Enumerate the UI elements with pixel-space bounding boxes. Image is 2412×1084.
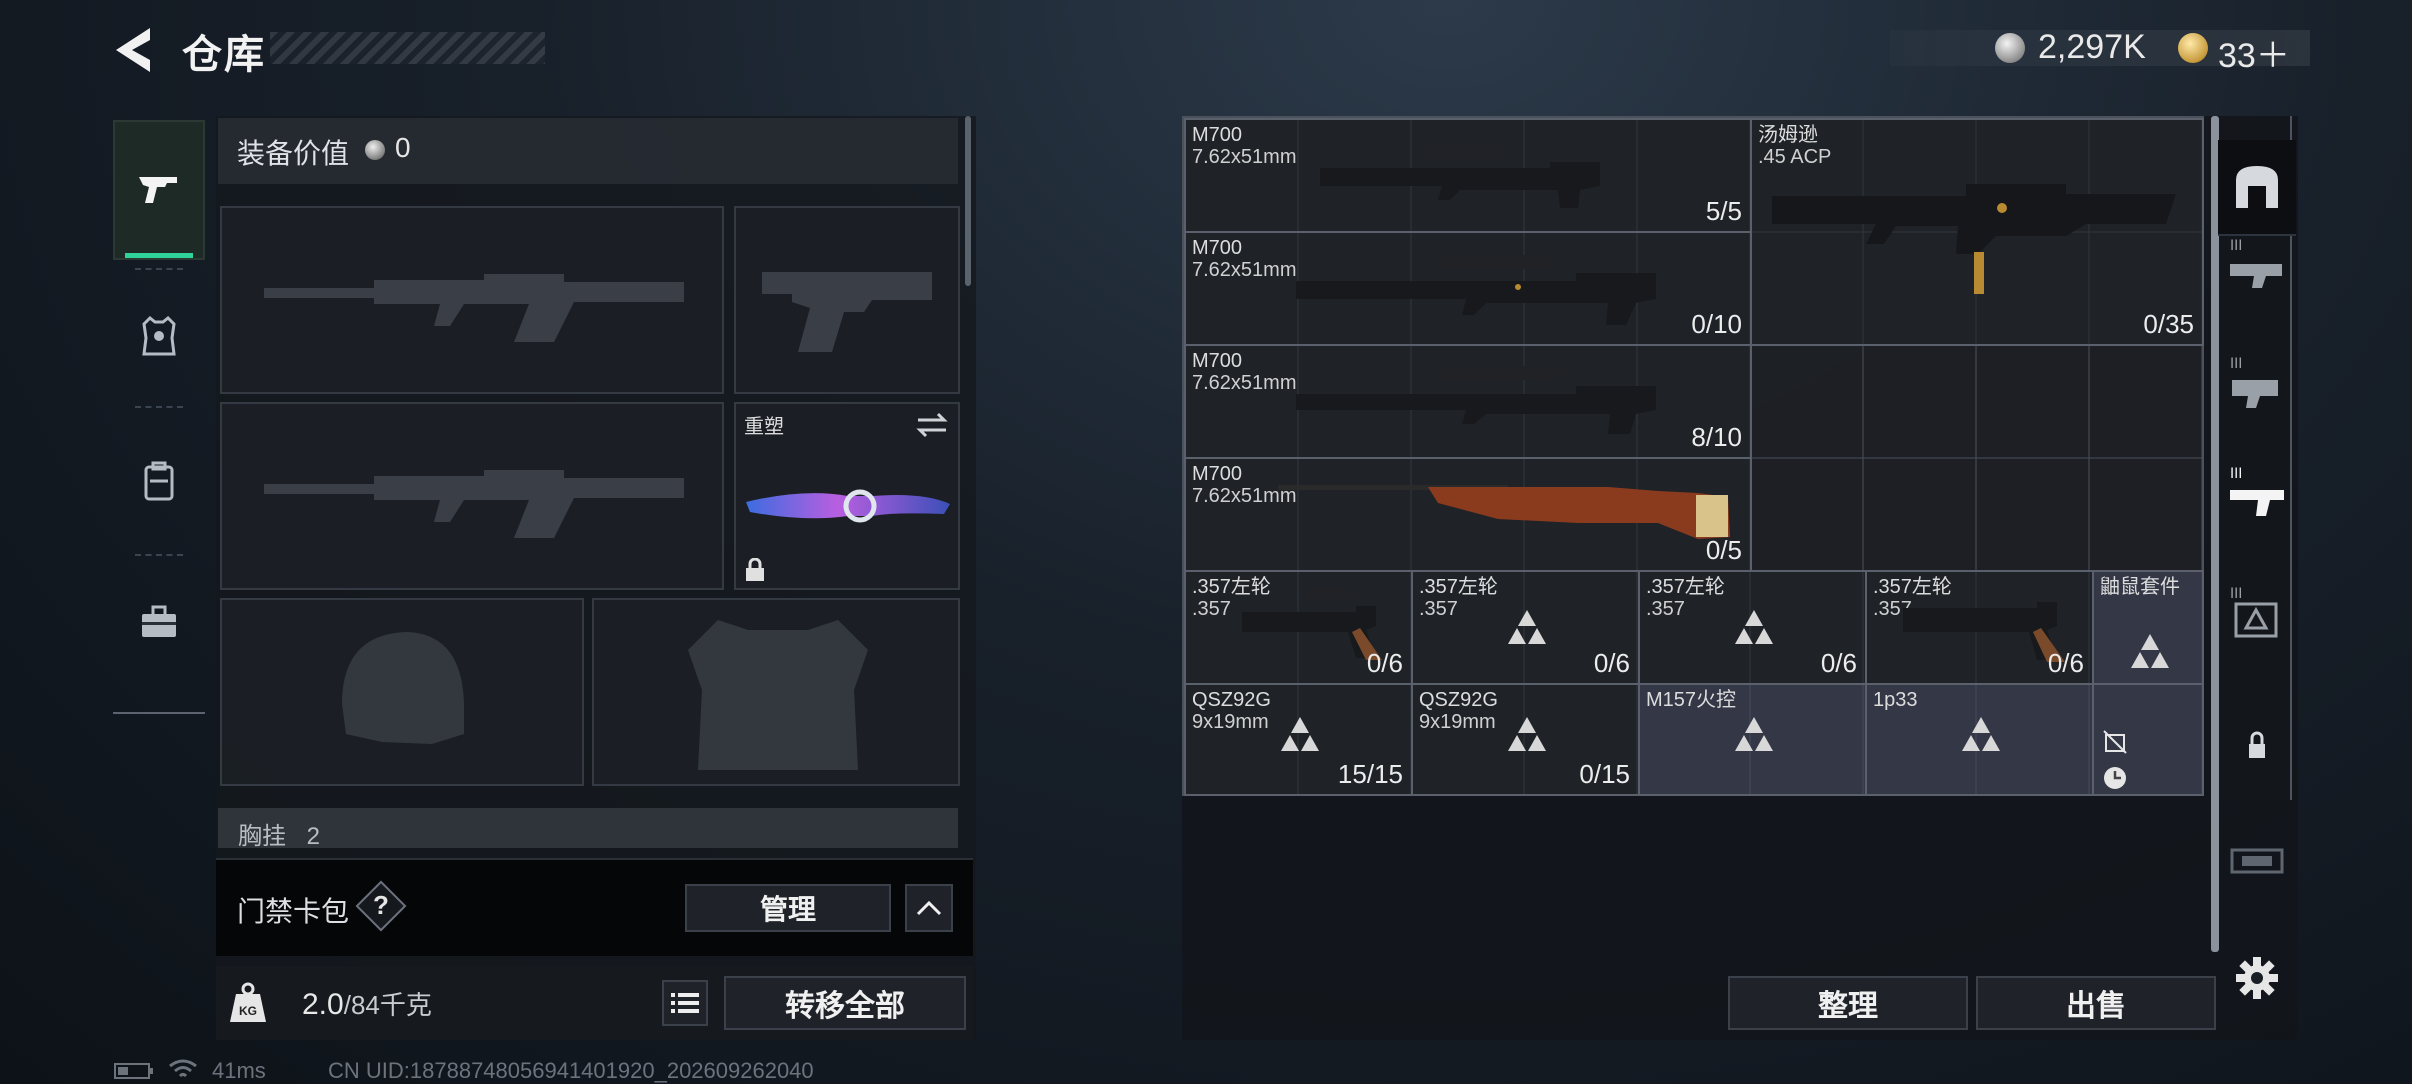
stash-item[interactable]: M700 7.62x51mm 0/10 <box>1184 231 1752 346</box>
unknown-item-icon <box>1735 610 1773 644</box>
unknown-item-icon <box>1735 717 1773 751</box>
backpack-icon <box>144 461 174 501</box>
page-title: 仓库 <box>182 33 266 77</box>
category-case[interactable] <box>113 562 205 682</box>
category-weapons[interactable] <box>113 120 205 260</box>
loadout-scrollbar[interactable] <box>965 116 971 286</box>
pistol-silhouette-icon <box>762 272 932 352</box>
silver-coin-icon <box>1995 33 2025 63</box>
category-armor[interactable] <box>113 276 205 396</box>
melee-slot[interactable]: 重塑 <box>734 402 960 590</box>
stash-item[interactable]: 鼬鼠套件 <box>2092 570 2204 685</box>
back-button[interactable] <box>110 22 160 78</box>
weight-kg-icon: KG <box>230 982 266 1022</box>
filter-smg-icon[interactable]: III <box>2226 350 2288 420</box>
loadout-value-label: 装备价值 <box>237 138 350 169</box>
thompson-ammo-count: 0/35 <box>2143 309 2194 339</box>
sell-button[interactable]: 出售 <box>1976 976 2216 1030</box>
filter-rifle-icon[interactable]: III <box>2226 232 2288 302</box>
filter-attachment-icon[interactable]: III <box>2226 580 2288 650</box>
briefcase-icon <box>142 605 176 637</box>
svg-text:III: III <box>2230 238 2242 254</box>
chevron-up-icon <box>916 900 942 916</box>
wooden-rifle-icon <box>1278 485 1730 539</box>
filter-sniper-icon[interactable]: III <box>2226 460 2288 530</box>
no-insure-icon <box>2103 730 2127 754</box>
rifle-silhouette-icon <box>264 274 684 342</box>
gold-coin-icon <box>2178 33 2208 63</box>
back-arrow-icon <box>116 28 150 72</box>
helmet-silhouette-icon <box>342 632 464 744</box>
stash-scrollbar[interactable] <box>2211 116 2219 952</box>
wifi-icon <box>169 1059 197 1078</box>
category-backpack[interactable] <box>113 416 205 546</box>
unknown-item-icon <box>1962 717 2000 751</box>
unknown-item-icon <box>2131 634 2169 668</box>
chest-rig-section-header[interactable]: 胸挂 2 <box>218 808 958 848</box>
unknown-item-icon <box>1508 610 1546 644</box>
silver-amount: 2,297K <box>2038 28 2146 66</box>
category-rail <box>113 106 205 714</box>
melee-label: 重塑 <box>744 416 784 438</box>
manage-button[interactable]: 管理 <box>685 884 891 932</box>
sniper-rifle-icon <box>1320 146 1600 208</box>
stash-item[interactable]: M157火控 <box>1638 683 1867 796</box>
stash-box-icon <box>2236 166 2278 208</box>
helmet-slot[interactable] <box>220 598 584 786</box>
collapse-button[interactable] <box>905 884 953 932</box>
help-icon-glyph: ? <box>373 890 389 920</box>
stash-grid: M700 7.62x51mm 5/5 汤姆逊 .45 ACP M700 7.62… <box>1182 116 2204 796</box>
clock-icon <box>2104 767 2126 789</box>
stash-item[interactable]: M700 7.62x51mm 0/5 <box>1184 457 1752 572</box>
keycard-label: 门禁卡包 <box>237 896 350 927</box>
armor-icon <box>142 316 176 356</box>
loadout-value-amount: 0 <box>395 132 411 163</box>
stash-item[interactable]: .357左轮 .357 0/6 <box>1184 570 1413 685</box>
list-icon <box>671 993 699 1013</box>
stash-item[interactable]: .357左轮 .357 0/6 <box>1638 570 1867 685</box>
stash-item[interactable]: .357左轮 .357 0/6 <box>1411 570 1640 685</box>
title-decoration <box>270 32 545 64</box>
filter-all[interactable] <box>2218 140 2296 236</box>
list-view-button[interactable] <box>662 980 708 1026</box>
filter-misc-icon[interactable] <box>2226 826 2288 896</box>
lock-icon <box>746 558 764 581</box>
pistol-icon <box>139 177 177 203</box>
ping-readout: 41ms <box>212 1058 266 1083</box>
unknown-item-icon <box>1281 717 1319 751</box>
weight-max: /84千克 <box>343 990 432 1020</box>
svg-text:III: III <box>2230 356 2242 372</box>
organize-button[interactable]: 整理 <box>1728 976 1968 1030</box>
weight-readout: 2.0/84千克 <box>302 985 432 1022</box>
settings-gear-icon[interactable] <box>2234 955 2280 1001</box>
vest-slot[interactable] <box>592 598 960 786</box>
primary-weapon-slot[interactable] <box>220 206 724 394</box>
stash-item[interactable]: .357左轮 .357 0/6 <box>1865 570 2094 685</box>
svg-text:III: III <box>2230 586 2242 602</box>
knife-icon <box>746 489 950 523</box>
stash-item[interactable]: 1p33 <box>1865 683 2094 796</box>
svg-text:III: III <box>2230 466 2242 482</box>
battery-icon <box>114 1063 153 1079</box>
pistol-slot[interactable] <box>734 206 960 394</box>
sniper-rifle-icon <box>1296 255 1656 325</box>
stash-item[interactable]: QSZ92G 9x19mm 15/15 <box>1184 683 1413 796</box>
secondary-weapon-slot[interactable] <box>220 402 724 590</box>
sniper-rifle-icon <box>1296 366 1656 434</box>
svg-text:KG: KG <box>239 1004 257 1018</box>
value-coin-icon <box>365 140 385 160</box>
transfer-all-button[interactable]: 转移全部 <box>724 976 966 1030</box>
uid-readout: CN UID:18788748056941401920_202609262040 <box>328 1058 814 1083</box>
stash-item[interactable]: M700 7.62x51mm 8/10 <box>1184 344 1752 459</box>
stash-item[interactable]: M700 7.62x51mm 5/5 <box>1184 118 1752 233</box>
gold-amount[interactable]: 33＋ <box>2218 28 2290 77</box>
swap-icon[interactable] <box>914 412 950 438</box>
rifle-silhouette-icon <box>264 470 684 538</box>
expiring-slot[interactable] <box>2092 683 2204 796</box>
weight-current: 2.0 <box>302 988 344 1021</box>
stash-item[interactable]: QSZ92G 9x19mm 0/15 <box>1411 683 1640 796</box>
unknown-item-icon <box>1508 717 1546 751</box>
vest-silhouette-icon <box>688 620 868 770</box>
filter-locked-icon[interactable] <box>2226 710 2288 780</box>
